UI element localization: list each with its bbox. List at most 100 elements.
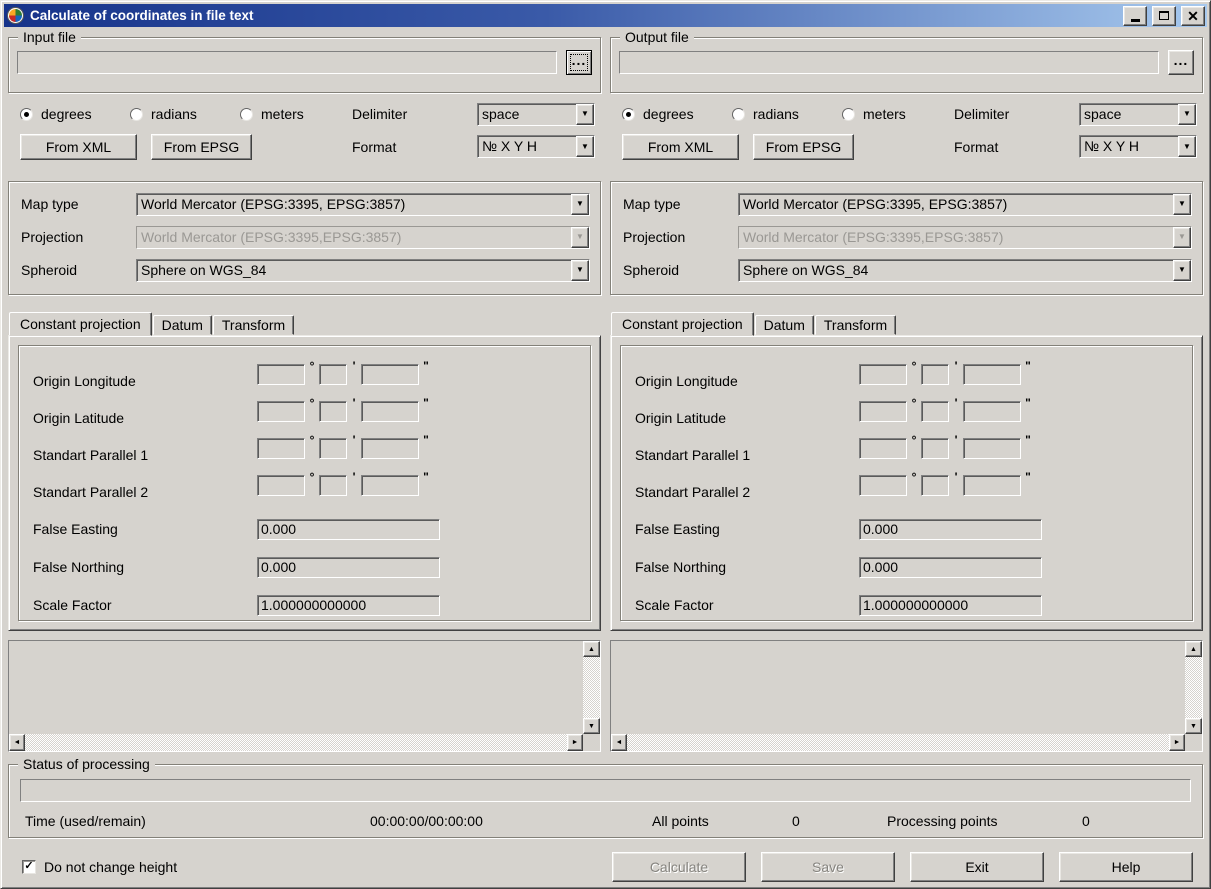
titlebar[interactable]: Calculate of coordinates in file text ✕ (4, 4, 1207, 27)
chevron-down-icon: ▼ (576, 200, 584, 208)
scroll-right-button[interactable]: ► (1169, 734, 1185, 751)
combo-dropdown-button[interactable]: ▼ (571, 260, 589, 281)
input-false-northing-field[interactable] (257, 557, 440, 578)
output-standart-parallel-1-deg[interactable] (859, 438, 907, 459)
app-icon (7, 7, 24, 24)
output-false-northing-field[interactable] (859, 557, 1042, 578)
output-standart-parallel-2-sec[interactable] (963, 475, 1021, 496)
input-false-easting-label: False Easting (33, 521, 257, 537)
input-tab-transform[interactable]: Transform (213, 315, 294, 335)
combo-dropdown-button[interactable]: ▼ (1178, 104, 1196, 125)
input-file-path-field[interactable] (17, 51, 557, 74)
input-origin-longitude-min[interactable] (319, 364, 347, 385)
combo-dropdown-button[interactable]: ▼ (1173, 260, 1191, 281)
output-origin-longitude-min[interactable] (921, 364, 949, 385)
scroll-left-button[interactable]: ◄ (611, 734, 627, 751)
output-origin-longitude-deg[interactable] (859, 364, 907, 385)
scroll-down-button[interactable]: ▼ (1185, 718, 1202, 734)
input-tab-constant-projection[interactable]: Constant projection (9, 312, 152, 336)
output-spheroid-combo[interactable]: Sphere on WGS_84 ▼ (738, 259, 1192, 282)
input-standart-parallel-1-deg[interactable] (257, 438, 305, 459)
output-false-easting-field[interactable] (859, 519, 1042, 540)
input-delimiter-combo[interactable]: space ▼ (477, 103, 595, 126)
input-origin-latitude-min[interactable] (319, 401, 347, 422)
input-standart-parallel-2-deg[interactable] (257, 475, 305, 496)
maximize-button[interactable] (1152, 6, 1176, 26)
input-unit-degrees[interactable]: degrees (20, 106, 130, 122)
output-delimiter-combo[interactable]: space ▼ (1079, 103, 1197, 126)
scroll-right-button[interactable]: ► (567, 734, 583, 751)
output-standart-parallel-2-label: Standart Parallel 2 (635, 484, 859, 500)
input-standart-parallel-1-sec[interactable] (361, 438, 419, 459)
output-standart-parallel-2-deg[interactable] (859, 475, 907, 496)
output-origin-latitude-min[interactable] (921, 401, 949, 422)
input-from-xml-button[interactable]: From XML (20, 134, 137, 160)
horizontal-scrollbar[interactable]: ◄ ► (611, 734, 1185, 751)
vertical-scrollbar[interactable]: ▲ ▼ (583, 641, 600, 734)
second-symbol: " (1021, 396, 1035, 410)
output-browse-button[interactable]: ... (1168, 50, 1194, 75)
combo-dropdown-button[interactable]: ▼ (576, 136, 594, 157)
output-unit-degrees[interactable]: degrees (622, 106, 732, 122)
output-origin-latitude-sec[interactable] (963, 401, 1021, 422)
output-origin-longitude-label: Origin Longitude (635, 373, 859, 389)
combo-dropdown-button[interactable]: ▼ (1173, 194, 1191, 215)
output-unit-radians[interactable]: radians (732, 106, 842, 122)
degree-symbol: ° (305, 433, 319, 447)
output-file-path-field[interactable] (619, 51, 1159, 74)
input-scale-factor-field[interactable] (257, 595, 440, 616)
input-standart-parallel-2-sec[interactable] (361, 475, 419, 496)
output-tab-constant-projection[interactable]: Constant projection (611, 312, 754, 336)
output-standart-parallel-1-min[interactable] (921, 438, 949, 459)
output-origin-latitude-deg[interactable] (859, 401, 907, 422)
calculate-button: Calculate (612, 852, 746, 882)
output-scale-factor-field[interactable] (859, 595, 1042, 616)
exit-button[interactable]: Exit (910, 852, 1044, 882)
input-standart-parallel-2-min[interactable] (319, 475, 347, 496)
output-map-type-combo[interactable]: World Mercator (EPSG:3395, EPSG:3857) ▼ (738, 193, 1192, 216)
input-projection-label: Projection (21, 229, 136, 245)
combo-dropdown-button: ▼ (571, 227, 589, 248)
output-standart-parallel-2-min[interactable] (921, 475, 949, 496)
input-from-epsg-button[interactable]: From EPSG (151, 134, 252, 160)
minimize-button[interactable] (1123, 6, 1147, 26)
input-unit-radians[interactable]: radians (130, 106, 240, 122)
output-standart-parallel-1-sec[interactable] (963, 438, 1021, 459)
input-spheroid-combo[interactable]: Sphere on WGS_84 ▼ (136, 259, 590, 282)
scroll-up-button[interactable]: ▲ (583, 641, 600, 657)
close-button[interactable]: ✕ (1181, 6, 1205, 26)
vertical-scrollbar[interactable]: ▲ ▼ (1185, 641, 1202, 734)
scroll-left-button[interactable]: ◄ (9, 734, 25, 751)
input-false-easting-field[interactable] (257, 519, 440, 540)
input-origin-longitude-deg[interactable] (257, 364, 305, 385)
scroll-up-icon: ▲ (588, 646, 595, 653)
do-not-change-height-checkbox[interactable]: ✓ Do not change height (22, 859, 177, 875)
status-group-title: Status of processing (18, 755, 155, 773)
input-tab-datum[interactable]: Datum (153, 315, 212, 335)
input-format-combo[interactable]: № X Y H ▼ (477, 135, 595, 158)
combo-dropdown-button[interactable]: ▼ (1178, 136, 1196, 157)
scroll-down-button[interactable]: ▼ (583, 718, 600, 734)
output-origin-longitude-sec[interactable] (963, 364, 1021, 385)
scroll-up-button[interactable]: ▲ (1185, 641, 1202, 657)
input-unit-meters[interactable]: meters (240, 106, 350, 122)
horizontal-scrollbar[interactable]: ◄ ► (9, 734, 583, 751)
input-map-type-combo[interactable]: World Mercator (EPSG:3395, EPSG:3857) ▼ (136, 193, 590, 216)
output-tab-transform[interactable]: Transform (815, 315, 896, 335)
output-tab-datum[interactable]: Datum (755, 315, 814, 335)
output-unit-meters[interactable]: meters (842, 106, 952, 122)
output-log-area[interactable]: ▲ ▼ ◄ ► (610, 640, 1203, 752)
help-button[interactable]: Help (1059, 852, 1193, 882)
combo-dropdown-button[interactable]: ▼ (576, 104, 594, 125)
input-origin-latitude-sec[interactable] (361, 401, 419, 422)
input-log-area[interactable]: ▲ ▼ ◄ ► (8, 640, 601, 752)
input-standart-parallel-1-min[interactable] (319, 438, 347, 459)
input-origin-latitude-deg[interactable] (257, 401, 305, 422)
output-from-epsg-button[interactable]: From EPSG (753, 134, 854, 160)
output-from-xml-button[interactable]: From XML (622, 134, 739, 160)
output-format-combo[interactable]: № X Y H ▼ (1079, 135, 1197, 158)
time-value: 00:00:00/00:00:00 (370, 813, 652, 829)
input-origin-longitude-sec[interactable] (361, 364, 419, 385)
input-browse-button[interactable]: ... (566, 50, 592, 75)
combo-dropdown-button[interactable]: ▼ (571, 194, 589, 215)
